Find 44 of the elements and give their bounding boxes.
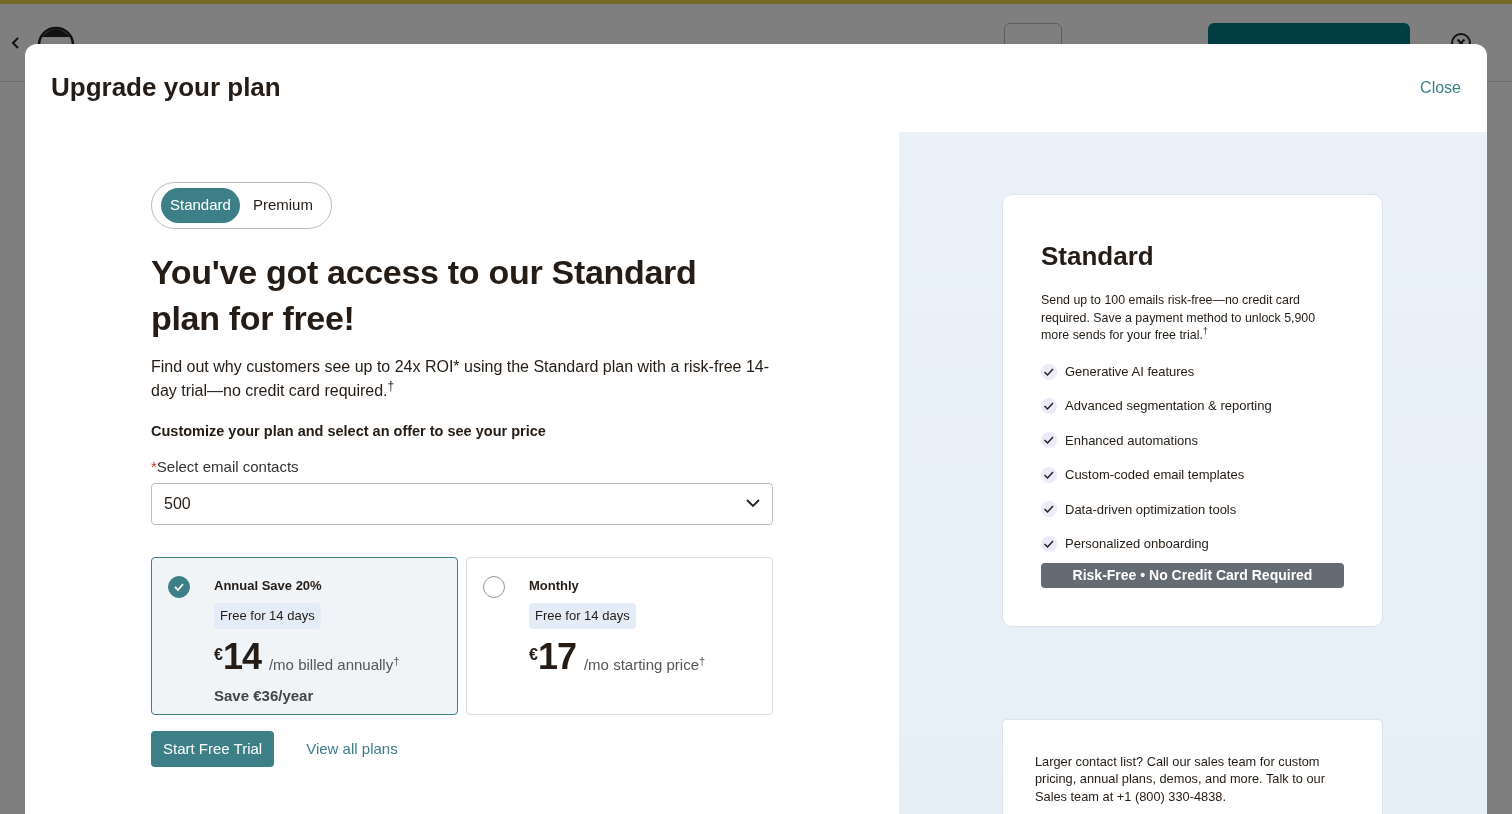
plan-title: Standard bbox=[1041, 240, 1155, 273]
plan-description: Send up to 100 emails risk-free—no credit card required. Save a payment method to unlock 5,900 more sends for your free trial.$^{†}$ bbox=[1041, 292, 1317, 344]
sales-note: Larger contact list? Call our sales team for custom pricing, annual plans, demos, and more. Talk to our Sales team at +1 (800) 330-4838. bbox=[1035, 752, 1326, 806]
check-icon bbox=[1041, 466, 1057, 483]
chevron-icon bbox=[746, 499, 760, 509]
feature-text: Enhanced automations bbox=[1065, 431, 1198, 450]
check-icon bbox=[1041, 398, 1057, 415]
field-label: *Select email contacts bbox=[151, 457, 300, 478]
check-icon bbox=[1041, 363, 1057, 380]
check-icon bbox=[1041, 535, 1057, 552]
check-icon bbox=[174, 582, 184, 591]
offer-title: Annual Save 20% bbox=[214, 576, 322, 595]
view-plans-link[interactable]: View all plans bbox=[306, 737, 398, 761]
radio-button[interactable] bbox=[168, 575, 190, 598]
plan-tab[interactable]: Premium bbox=[243, 188, 322, 223]
intro-text: Find out why customers see up to 24x ROI* using the Standard plan with a risk-free 14-day trial—no credit card required.$^{†}$ bbox=[151, 356, 771, 401]
offer-card[interactable]: Monthly Free for 14 days €17 /mo starting price$^{†}$ bbox=[466, 556, 773, 715]
close-link[interactable]: Close bbox=[1420, 76, 1461, 100]
feature-text: Generative AI features bbox=[1065, 362, 1195, 381]
price-period: /mo billed annually$^{†}$ bbox=[268, 654, 400, 676]
plan-tab[interactable]: Standard bbox=[161, 188, 240, 223]
feature-text: Data-driven optimization tools bbox=[1065, 500, 1237, 519]
main-heading: You've got access to our Standard plan for free! bbox=[151, 251, 698, 339]
feature-text: Personalized onboarding bbox=[1065, 534, 1209, 553]
back-icon[interactable] bbox=[10, 35, 20, 50]
offer-card[interactable]: Annual Save 20% Free for 14 days €14 /mo billed annually$^{†}$ Save €36/year bbox=[151, 556, 458, 715]
start-trial-button[interactable]: Start Free Trial bbox=[151, 730, 275, 768]
risk-free-banner: Risk-Free • No Credit Card Required bbox=[1041, 562, 1344, 588]
savings-text: Save €36/year bbox=[214, 685, 314, 706]
currency-symbol: € bbox=[214, 645, 223, 663]
contacts-dropdown[interactable]: 500 bbox=[151, 482, 773, 525]
section-label: Customize your plan and select an offer to see your price bbox=[151, 421, 547, 441]
price: 17 bbox=[537, 636, 576, 677]
modal-title: Upgrade your plan bbox=[51, 72, 281, 104]
offer-title: Monthly bbox=[529, 576, 579, 595]
trial-badge: Free for 14 days bbox=[529, 603, 636, 629]
feature-text: Advanced segmentation & reporting bbox=[1065, 397, 1272, 416]
price-period: /mo starting price$^{†}$ bbox=[583, 654, 706, 676]
price: 14 bbox=[222, 636, 261, 677]
feature-text: Custom-coded email templates bbox=[1065, 466, 1245, 485]
trial-badge: Free for 14 days bbox=[214, 603, 321, 629]
check-icon bbox=[1041, 501, 1057, 518]
currency-symbol: € bbox=[529, 645, 538, 663]
check-icon bbox=[1041, 432, 1057, 449]
